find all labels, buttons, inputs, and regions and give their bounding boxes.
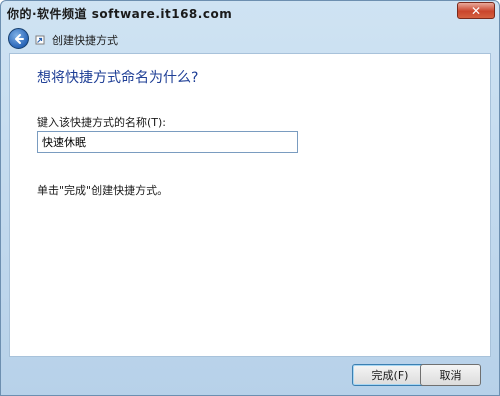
- watermark-text: 你的·软件频道 software.it168.com: [7, 7, 233, 21]
- back-arrow-icon: [14, 33, 24, 44]
- close-icon: ✕: [470, 3, 482, 18]
- navigation-bar: 创建快捷方式: [1, 27, 499, 51]
- close-button[interactable]: ✕: [457, 2, 495, 19]
- back-button[interactable]: [8, 28, 29, 49]
- title-bar: 你的·软件频道 software.it168.com ✕: [1, 1, 499, 27]
- shortcut-wizard-window: 你的·软件频道 software.it168.com ✕ 创建快捷方式 想将快捷…: [0, 0, 500, 396]
- finish-button[interactable]: 完成(F): [352, 364, 428, 386]
- page-heading: 想将快捷方式命名为什么?: [37, 70, 199, 86]
- shortcut-wizard-icon: [35, 35, 45, 45]
- wizard-content: 想将快捷方式命名为什么? 键入该快捷方式的名称(T): 单击"完成"创建快捷方式…: [9, 53, 491, 357]
- wizard-title: 创建快捷方式: [52, 34, 118, 47]
- button-bar: 完成(F) 取消: [1, 357, 499, 395]
- cancel-button[interactable]: 取消: [420, 364, 481, 386]
- shortcut-name-label: 键入该快捷方式的名称(T):: [37, 116, 167, 129]
- finish-instruction: 单击"完成"创建快捷方式。: [37, 184, 169, 197]
- shortcut-name-input[interactable]: [37, 131, 298, 153]
